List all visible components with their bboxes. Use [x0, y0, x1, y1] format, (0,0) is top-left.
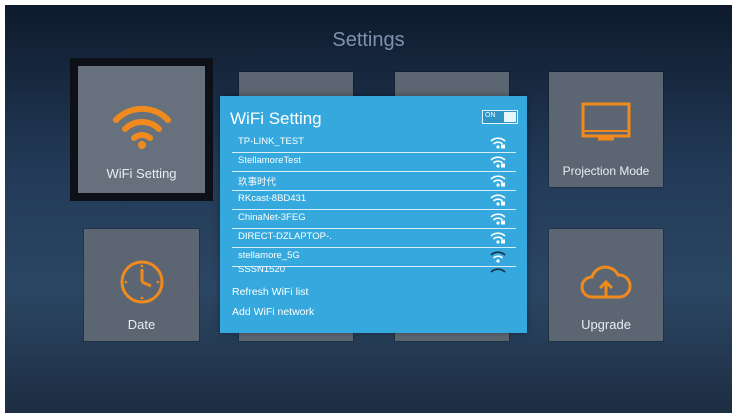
network-name: stellamore_5G [238, 250, 300, 261]
wifi-signal-icon [490, 175, 506, 187]
refresh-wifi-list-button[interactable]: Refresh WiFi list [232, 286, 308, 298]
tile-upgrade[interactable]: Upgrade [549, 229, 663, 341]
wifi-signal-icon [490, 213, 506, 225]
clock-icon [120, 260, 164, 304]
wifi-signal-icon [490, 194, 506, 206]
settings-screen: Settings WiFi Setting Projection Mode Da… [5, 5, 732, 413]
toggle-knob [504, 112, 516, 122]
tile-date[interactable]: Date [84, 229, 199, 341]
panel-title: WiFi Setting [230, 109, 322, 128]
tile-projection-mode[interactable]: Projection Mode [549, 72, 663, 187]
tile-label: Upgrade [581, 317, 631, 332]
network-item[interactable]: TP-LINK_TEST [232, 134, 516, 153]
network-item[interactable]: ChinaNet-3FEG [232, 210, 516, 229]
network-name: StellamoreTest [238, 155, 301, 166]
add-wifi-network-button[interactable]: Add WiFi network [232, 306, 314, 318]
tile-label: Date [127, 317, 156, 332]
network-item[interactable]: 玖事时代 [232, 172, 516, 191]
tv-icon [581, 102, 631, 141]
network-name: ChinaNet-3FEG [238, 212, 306, 223]
network-list: TP-LINK_TEST StellamoreTest 玖事时代 RKcast-… [232, 134, 516, 275]
network-name: TP-LINK_TEST [238, 136, 304, 147]
wifi-signal-icon [490, 137, 506, 149]
wifi-signal-icon [490, 251, 506, 263]
wifi-signal-icon [490, 268, 506, 273]
network-item[interactable]: StellamoreTest [232, 153, 516, 172]
page-title: Settings [332, 29, 405, 51]
network-item[interactable]: RKcast-8BD431 [232, 191, 516, 210]
network-name: RKcast-8BD431 [238, 193, 307, 204]
cloud-upload-icon [580, 265, 632, 299]
wifi-signal-icon [490, 232, 506, 244]
network-name: DIRECT-DZLAPTOP-. [238, 231, 332, 242]
network-name: 玖事时代 [238, 177, 277, 188]
tile-label: WiFi Setting [106, 166, 177, 181]
wifi-toggle[interactable]: ON [482, 110, 518, 124]
wifi-icon [113, 105, 171, 149]
tile-wifi-setting[interactable]: WiFi Setting [70, 58, 213, 201]
network-item[interactable]: stellamore_5G [232, 248, 516, 267]
wifi-setting-panel: WiFi Setting ON TP-LINK_TEST StellamoreT… [220, 96, 527, 333]
tile-label: Projection Mode [562, 164, 650, 178]
network-name: SSSN1520 [238, 267, 286, 275]
network-item[interactable]: DIRECT-DZLAPTOP-. [232, 229, 516, 248]
wifi-signal-icon [490, 156, 506, 168]
network-item[interactable]: SSSN1520 [232, 267, 516, 275]
toggle-label: ON [485, 112, 496, 119]
